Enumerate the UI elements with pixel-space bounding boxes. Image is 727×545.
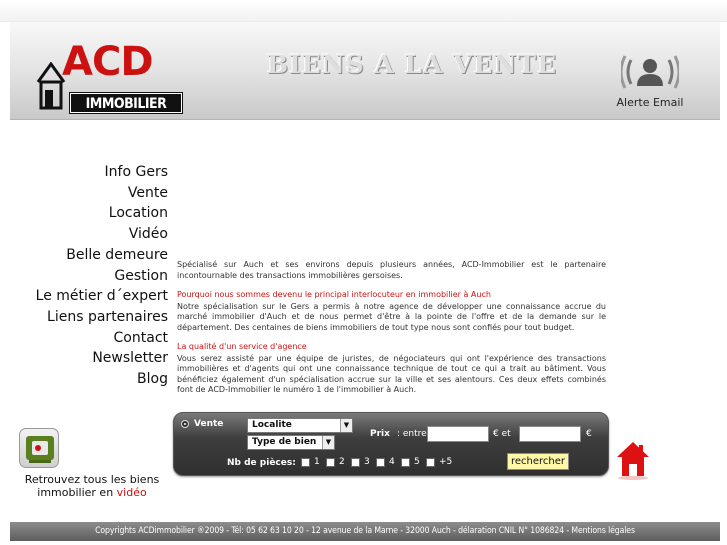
main-content: Spécialisé sur Auch et ses environs depu… [177,260,606,405]
top-shadow-strip [0,0,727,22]
nav-item-blog[interactable]: Blog [10,369,168,390]
video-link[interactable]: vidéo [117,486,147,499]
chevron-down-icon: ▼ [340,419,352,432]
rooms-label: Nb de pièces: [227,458,296,468]
rooms-label-more: +5 [439,457,453,467]
nav-item-metier-expert[interactable]: Le métier d´expert [10,286,168,307]
section-why-us-body: Notre spécialisation sur le Gers a permi… [177,301,606,332]
nav-item-contact[interactable]: Contact [10,328,168,349]
search-button[interactable]: rechercher [507,453,569,470]
price-and-label: € et [493,429,511,439]
rooms-label-1: 1 [314,457,320,467]
rooms-checkbox-more[interactable] [426,458,435,467]
rooms-checkbox-2[interactable] [326,458,335,467]
intro-paragraph: Spécialisé sur Auch et ses environs depu… [177,260,606,280]
type-select-value: Type de bien [252,437,317,447]
section-quality: La qualité d'un service d'agence Vous se… [177,342,606,396]
rooms-checkbox-4[interactable] [376,458,385,467]
site-logo[interactable]: ACD IMMOBILIER [28,39,183,114]
home-button[interactable] [616,440,650,484]
nav-item-newsletter[interactable]: Newsletter [10,348,168,369]
price-euro-label: € [586,429,592,439]
nav-item-location[interactable]: Location [10,203,168,224]
footer-text: Copyrights ACDimmobilier ®2009 - Tél: 05… [95,526,635,536]
nav-item-video[interactable]: Vidéo [10,224,168,245]
page-title: BIENS A LA VENTE [266,50,558,79]
rooms-label-3: 3 [364,457,370,467]
video-caption: Retrouvez tous les biens immobilier en v… [10,473,174,499]
nav-item-vente[interactable]: Vente [10,183,168,204]
alert-email-label: Alerte Email [616,96,684,109]
nav-item-liens-partenaires[interactable]: Liens partenaires [10,307,168,328]
nav-item-belle-demeure[interactable]: Belle demeure [10,245,168,266]
section-why-us-title: Pourquoi nous sommes devenu le principal… [177,290,491,299]
price-min-input[interactable] [427,426,489,442]
mode-label: Vente [194,419,224,429]
price-between-label: : entre [397,429,427,439]
video-player-icon [26,436,54,463]
nav-item-gestion[interactable]: Gestion [10,266,168,287]
logo-sub-text: IMMOBILIER [69,92,183,114]
home-icon [617,442,649,480]
mode-radio-vente[interactable] [181,420,189,428]
section-why-us: Pourquoi nous sommes devenu le principal… [177,290,606,333]
rooms-label-2: 2 [339,457,345,467]
section-quality-title: La qualité d'un service d'agence [177,342,307,351]
localite-select-value: Localite [252,420,292,430]
rooms-label-4: 4 [389,457,395,467]
type-de-bien-select[interactable]: Type de bien ▼ [247,435,335,450]
rooms-checkbox-3[interactable] [351,458,360,467]
section-quality-body: Vous serez assisté par une équipe de jur… [177,353,606,395]
email-alert-link[interactable]: Alerte Email [612,52,688,114]
nav-item-info-gers[interactable]: Info Gers [10,162,168,183]
price-label: Prix [370,429,390,439]
video-icon[interactable] [19,428,59,468]
footer-bar: Copyrights ACDimmobilier ®2009 - Tél: 05… [10,522,720,541]
property-search-panel: Vente Localite ▼ Type de bien ▼ Prix : e… [173,412,609,476]
broadcast-user-icon [621,55,679,89]
logo-brand-text: ACD [62,39,154,85]
rooms-checkbox-1[interactable] [301,458,310,467]
price-max-input[interactable] [519,426,581,442]
rooms-checkbox-5[interactable] [401,458,410,467]
chevron-down-icon: ▼ [322,436,334,449]
rooms-label-5: 5 [414,457,420,467]
localite-select[interactable]: Localite ▼ [247,418,353,433]
main-nav: Info Gers Vente Location Vidéo Belle dem… [10,162,168,390]
